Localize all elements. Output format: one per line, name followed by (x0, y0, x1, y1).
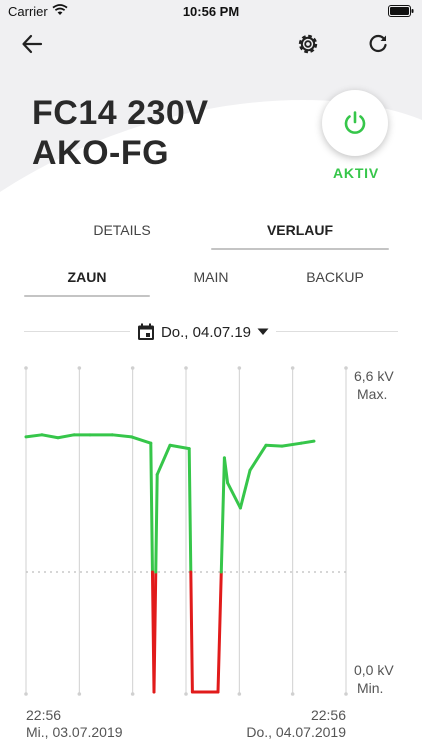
tab-details[interactable]: DETAILS (36, 220, 208, 250)
date-selector-row: Do., 04.07.19 (0, 318, 422, 348)
tab-verlauf-label: VERLAUF (266, 222, 334, 238)
series-line-segment (219, 456, 226, 574)
grid-dot-bottom (130, 692, 135, 696)
grid-dot-bottom (77, 692, 82, 696)
subtab-main-label: MAIN (193, 269, 229, 285)
series-line-segment (149, 441, 154, 574)
grid-dot-bottom (237, 692, 242, 696)
status-time: 10:56 PM (182, 4, 240, 19)
subtab-backup[interactable]: BACKUP (272, 267, 398, 297)
grid-dot-top (237, 366, 242, 370)
series-line-segment (40, 433, 60, 440)
back-button[interactable] (18, 30, 46, 58)
grid-dot-top (77, 366, 82, 370)
voltage-chart: 6,6 kV Max. 0,0 kV Min. 22:56 Mi., 03.07… (0, 350, 422, 750)
series-line-segment (110, 433, 134, 439)
grid-dot-top (130, 366, 135, 370)
date-selector[interactable]: Do., 04.07.19 (130, 318, 276, 346)
series-line-segment (226, 481, 242, 510)
device-title-line1: FC14 230V (32, 94, 209, 132)
grid-dot-bottom (290, 692, 295, 696)
back-arrow-icon (22, 34, 43, 54)
subtab-zaun-label: ZAUN (67, 269, 107, 285)
y-max-sub-label: Max. (357, 386, 388, 402)
battery-icon (388, 5, 414, 17)
tab-details-label: DETAILS (93, 222, 151, 238)
x-end-time: 22:56 (310, 707, 346, 723)
calendar-icon (137, 323, 154, 340)
refresh-button[interactable] (364, 30, 392, 58)
gear-icon (298, 34, 318, 54)
tab-verlauf-underline (211, 248, 389, 250)
x-start-time: 22:56 (26, 707, 62, 723)
series-line-segment (299, 439, 316, 445)
subtab-backup-label: BACKUP (306, 269, 364, 285)
grid-dot-top (184, 366, 188, 370)
y-min-label: 0,0 kV (354, 662, 394, 678)
grid-dot-bottom (344, 692, 348, 696)
date-label: Do., 04.07.19 (160, 323, 252, 341)
series-line-segment (152, 570, 158, 694)
power-icon (344, 111, 366, 134)
grid-dot-top (344, 366, 348, 370)
series-line-segment (155, 443, 172, 477)
series-line-segment (56, 433, 76, 440)
status-bar: Carrier 10:56 PM (0, 0, 422, 22)
series-line-segment (154, 473, 159, 574)
subtab-zaun-underline (24, 295, 150, 297)
settings-button[interactable] (294, 30, 322, 58)
series-line-segment (24, 433, 44, 439)
power-button[interactable] (322, 90, 388, 156)
series-line-segment (187, 447, 193, 574)
x-end-date: Do., 04.07.2019 (246, 724, 346, 740)
series-line-segment (280, 441, 303, 448)
grid-dot-top (290, 366, 295, 370)
grid-dot-bottom (24, 692, 28, 696)
caret-down-icon (257, 328, 269, 335)
device-title-line2: AKO-FG (32, 134, 170, 172)
series-line-segment (216, 570, 223, 694)
tab-verlauf[interactable]: VERLAUF (211, 220, 389, 250)
series-line-segment (248, 443, 268, 472)
refresh-icon (369, 34, 387, 53)
grid-dot-bottom (184, 692, 188, 696)
series-line-segment (238, 468, 252, 510)
grid-dot-top (24, 366, 28, 370)
x-start-date: Mi., 03.07.2019 (26, 724, 123, 740)
series-line-segment (130, 435, 153, 445)
series-line-segment (264, 443, 284, 448)
y-min-sub-label: Min. (357, 680, 384, 696)
subtab-main[interactable]: MAIN (150, 267, 272, 297)
y-max-label: 6,6 kV (354, 368, 394, 384)
subtab-zaun[interactable]: ZAUN (24, 267, 150, 297)
series-line-segment (189, 570, 194, 694)
device-title: FC14 230V AKO-FG (32, 93, 209, 173)
status-label: AKTIV (333, 165, 379, 181)
